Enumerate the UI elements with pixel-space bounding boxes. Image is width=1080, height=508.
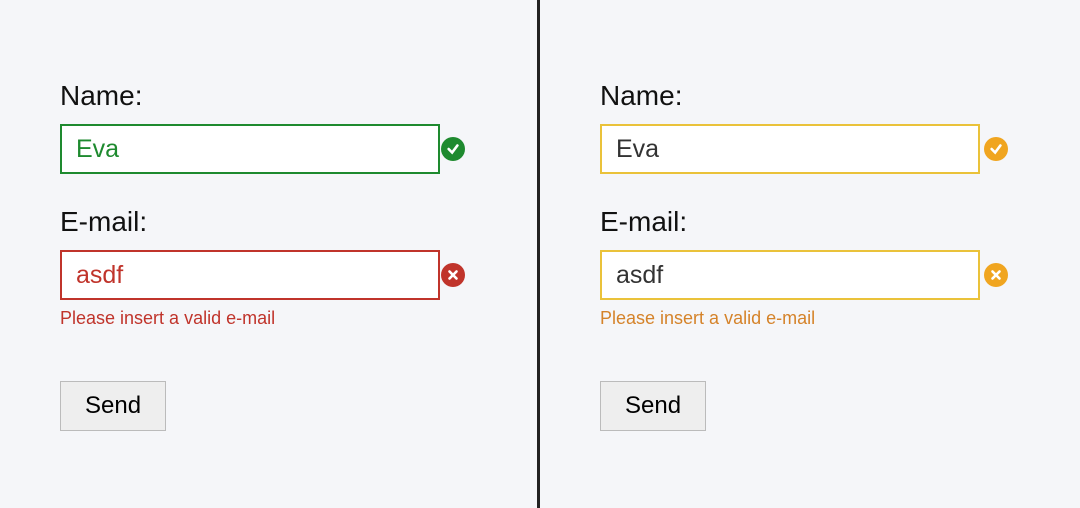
- name-input-wrap: [600, 124, 1020, 174]
- email-error-message: Please insert a valid e-mail: [600, 308, 1020, 329]
- name-field-block: Name:: [600, 80, 1020, 174]
- email-input-wrap: [600, 250, 1020, 300]
- email-field-block: E-mail: Please insert a valid e-mail: [60, 206, 477, 329]
- email-input-wrap: [60, 250, 477, 300]
- form-panel-colorcoded: Name: E-mail: Please insert a valid e-ma…: [0, 0, 540, 508]
- send-button[interactable]: Send: [600, 381, 706, 431]
- form-panel-monochrome: Name: E-mail: Please insert a valid e-ma…: [540, 0, 1080, 508]
- name-input-wrap: [60, 124, 477, 174]
- name-field-block: Name:: [60, 80, 477, 174]
- name-label: Name:: [60, 80, 477, 112]
- send-button[interactable]: Send: [60, 381, 166, 431]
- name-input[interactable]: [600, 124, 980, 174]
- x-icon: [441, 263, 465, 287]
- check-icon: [984, 137, 1008, 161]
- email-error-message: Please insert a valid e-mail: [60, 308, 477, 329]
- email-input[interactable]: [60, 250, 440, 300]
- email-input[interactable]: [600, 250, 980, 300]
- check-icon: [441, 137, 465, 161]
- email-label: E-mail:: [600, 206, 1020, 238]
- x-icon: [984, 263, 1008, 287]
- name-input[interactable]: [60, 124, 440, 174]
- email-field-block: E-mail: Please insert a valid e-mail: [600, 206, 1020, 329]
- name-label: Name:: [600, 80, 1020, 112]
- email-label: E-mail:: [60, 206, 477, 238]
